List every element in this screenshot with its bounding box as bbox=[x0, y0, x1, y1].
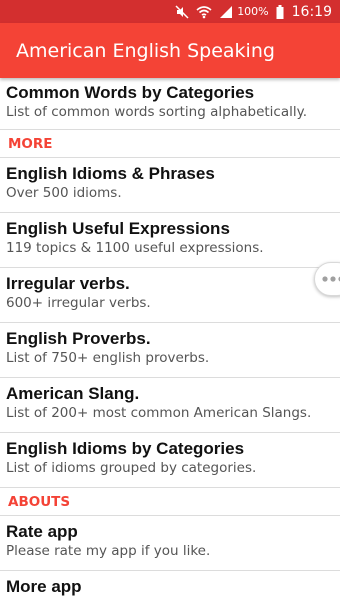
list-item-more-app[interactable]: More app bbox=[0, 571, 340, 604]
list-item-idioms-phrases[interactable]: English Idioms & Phrases Over 500 idioms… bbox=[0, 158, 340, 213]
list-item-subtitle: List of 750+ english proverbs. bbox=[6, 350, 210, 366]
list-item-title: More app bbox=[6, 577, 82, 596]
signal-icon bbox=[219, 5, 233, 19]
app-bar: American English Speaking bbox=[0, 23, 340, 78]
list-item-proverbs[interactable]: English Proverbs. List of 750+ english p… bbox=[0, 323, 340, 378]
app-title: American English Speaking bbox=[16, 39, 275, 62]
battery-percent: 100% bbox=[237, 5, 269, 18]
wifi-icon bbox=[196, 5, 212, 19]
list-item-subtitle: Please rate my app if you like. bbox=[6, 543, 211, 559]
status-bar: 100% 16:19 bbox=[0, 0, 340, 23]
list-item-title: English Idioms & Phrases bbox=[6, 164, 215, 183]
list-item-common-words[interactable]: Common Words by Categories List of commo… bbox=[0, 78, 340, 130]
list-item-subtitle: List of idioms grouped by categories. bbox=[6, 460, 257, 476]
battery-icon bbox=[276, 4, 284, 19]
list-item-subtitle: 600+ irregular verbs. bbox=[6, 295, 151, 311]
menu-list: Common Words by Categories List of commo… bbox=[0, 78, 340, 604]
list-item-subtitle: 119 topics & 1100 useful expressions. bbox=[6, 240, 264, 256]
list-item-american-slang[interactable]: American Slang. List of 200+ most common… bbox=[0, 378, 340, 433]
more-dots-icon[interactable] bbox=[314, 262, 340, 296]
list-item-title: Common Words by Categories bbox=[6, 83, 255, 102]
list-item-useful-expressions[interactable]: English Useful Expressions 119 topics & … bbox=[0, 213, 340, 268]
list-item-rate-app[interactable]: Rate app Please rate my app if you like. bbox=[0, 516, 340, 571]
section-header-more: MORE bbox=[0, 130, 340, 158]
clock: 16:19 bbox=[291, 3, 332, 20]
list-item-title: American Slang. bbox=[6, 384, 140, 403]
section-header-abouts: ABOUTS bbox=[0, 488, 340, 516]
list-item-subtitle: Over 500 idioms. bbox=[6, 185, 122, 201]
list-item-title: Irregular verbs. bbox=[6, 274, 130, 293]
list-item-title: English Proverbs. bbox=[6, 329, 151, 348]
list-item-idioms-by-categories[interactable]: English Idioms by Categories List of idi… bbox=[0, 433, 340, 488]
mute-icon bbox=[175, 4, 189, 19]
list-item-title: Rate app bbox=[6, 522, 78, 541]
list-item-subtitle: List of 200+ most common American Slangs… bbox=[6, 405, 312, 421]
list-item-title: English Useful Expressions bbox=[6, 219, 230, 238]
list-item-title: English Idioms by Categories bbox=[6, 439, 245, 458]
list-item-irregular-verbs[interactable]: Irregular verbs. 600+ irregular verbs. bbox=[0, 268, 340, 323]
list-item-subtitle: List of common words sorting alphabetica… bbox=[6, 104, 307, 120]
